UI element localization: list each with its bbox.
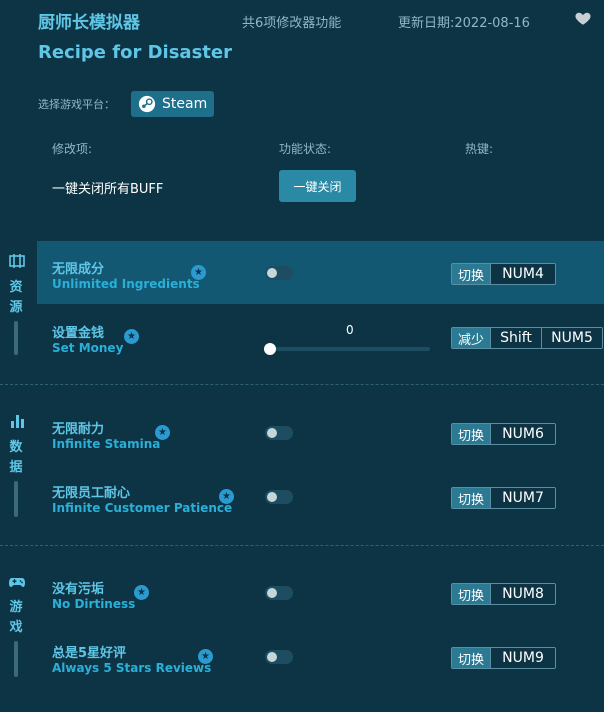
sidebar-game-char2: 戏: [9, 620, 23, 635]
hotkey-key: NUM9: [490, 648, 555, 668]
sidebar-data-label[interactable]: 数 据: [9, 438, 23, 478]
close-all-label: 一键关闭所有BUFF: [52, 182, 164, 197]
hotkey-action: 减少: [452, 328, 490, 348]
sidebar-game-bar: [14, 641, 18, 677]
sidebar-data-char1: 数: [9, 440, 23, 455]
sidebar-game-label[interactable]: 游 戏: [9, 598, 23, 638]
hotkey-key: NUM5: [541, 328, 602, 348]
column-header-hotkey: 热键:: [465, 142, 494, 156]
hotkey-key: NUM4: [490, 264, 555, 284]
app-title-en: Recipe for Disaster: [38, 42, 232, 63]
hotkey-key-modifier: Shift: [490, 328, 541, 348]
hotkey-action: 切换: [452, 584, 490, 604]
star-icon: ★: [134, 585, 149, 600]
hotkey-key: NUM6: [490, 424, 555, 444]
hotkey-key: NUM8: [490, 584, 555, 604]
hotkey-action: 切换: [452, 264, 490, 284]
sidebar-resources-char1: 资: [9, 280, 23, 295]
steam-label: Steam: [162, 96, 208, 112]
sidebar-game-char1: 游: [9, 600, 23, 615]
steam-icon: [138, 95, 156, 113]
update-date: 更新日期:2022-08-16: [398, 16, 530, 31]
close-all-button[interactable]: 一键关闭: [279, 170, 356, 202]
column-header-status: 功能状态:: [279, 142, 332, 156]
star-icon: ★: [155, 425, 170, 440]
money-slider-handle[interactable]: [264, 343, 276, 355]
sidebar-data-char2: 据: [9, 460, 23, 475]
sidebar-resources-char2: 源: [9, 300, 23, 315]
star-icon: ★: [219, 489, 234, 504]
platform-label: 选择游戏平台：: [38, 98, 115, 111]
sidebar-resources-bar: [14, 321, 18, 355]
steam-platform-button[interactable]: Steam: [131, 91, 214, 117]
toggle-unlimited-ingredients[interactable]: [265, 266, 293, 280]
star-icon: ★: [124, 329, 139, 344]
hotkey-no-dirtiness[interactable]: 切换 NUM8: [451, 583, 556, 605]
option-cn-no-dirtiness: 没有污垢: [52, 582, 105, 597]
section-divider: [0, 384, 604, 385]
star-icon: ★: [198, 649, 213, 664]
option-en-set-money: Set Money: [52, 341, 124, 355]
option-cn-always-5-stars: 总是5星好评: [52, 646, 127, 661]
hotkey-set-money[interactable]: 减少 Shift NUM5: [451, 327, 603, 349]
option-cn-infinite-stamina: 无限耐力: [52, 422, 105, 437]
heart-icon[interactable]: [574, 9, 592, 27]
resources-icon: [9, 254, 25, 268]
hotkey-unlimited-ingredients[interactable]: 切换 NUM4: [451, 263, 556, 285]
hotkey-infinite-stamina[interactable]: 切换 NUM6: [451, 423, 556, 445]
option-en-infinite-customer-patience: Infinite Customer Patience: [52, 501, 233, 515]
option-cn-infinite-customer-patience: 无限员工耐心: [52, 486, 131, 501]
star-icon: ★: [191, 265, 206, 280]
option-cn-set-money: 设置金钱: [52, 326, 105, 341]
money-slider-value: 0: [346, 323, 354, 337]
option-en-infinite-stamina: Infinite Stamina: [52, 437, 161, 451]
hotkey-infinite-customer-patience[interactable]: 切换 NUM7: [451, 487, 556, 509]
data-bars-icon: [11, 415, 24, 428]
column-header-option: 修改项:: [52, 142, 93, 156]
sidebar-data-bar: [14, 481, 18, 517]
hotkey-action: 切换: [452, 648, 490, 668]
toggle-always-5-stars[interactable]: [265, 650, 293, 664]
hotkey-key: NUM7: [490, 488, 555, 508]
option-cn-unlimited-ingredients: 无限成分: [52, 262, 105, 277]
sidebar-resources-label[interactable]: 资 源: [9, 278, 23, 318]
gamepad-icon: [9, 578, 25, 587]
hotkey-action: 切换: [452, 424, 490, 444]
toggle-infinite-stamina[interactable]: [265, 426, 293, 440]
feature-count: 共6项修改器功能: [242, 16, 342, 31]
option-en-no-dirtiness: No Dirtiness: [52, 597, 136, 611]
app-title-cn: 厨师长模拟器: [38, 13, 140, 33]
money-slider-track[interactable]: [270, 347, 430, 351]
toggle-no-dirtiness[interactable]: [265, 586, 293, 600]
option-en-always-5-stars: Always 5 Stars Reviews: [52, 661, 212, 675]
hotkey-action: 切换: [452, 488, 490, 508]
hotkey-always-5-stars[interactable]: 切换 NUM9: [451, 647, 556, 669]
section-divider: [0, 545, 604, 546]
option-en-unlimited-ingredients: Unlimited Ingredients: [52, 277, 200, 291]
toggle-infinite-customer-patience[interactable]: [265, 490, 293, 504]
